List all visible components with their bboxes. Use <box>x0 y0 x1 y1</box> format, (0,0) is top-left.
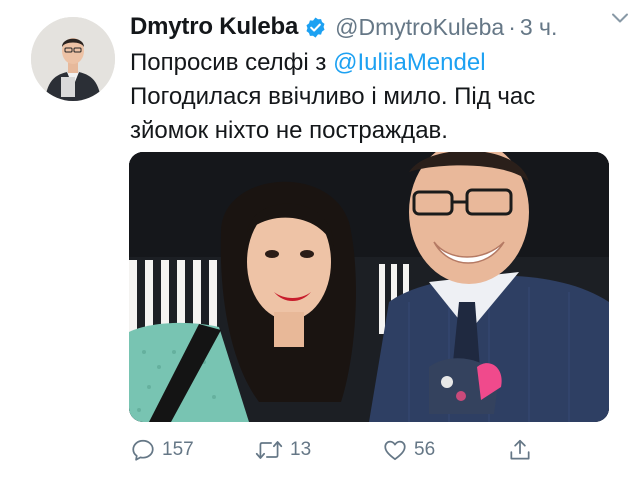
tweet-media-photo[interactable] <box>129 152 609 422</box>
verified-badge-icon <box>304 16 327 39</box>
reply-icon <box>132 439 154 461</box>
reply-button[interactable]: 157 <box>130 432 194 468</box>
tweet-actions: 157 13 56 <box>130 432 610 468</box>
retweet-count: 13 <box>290 439 312 460</box>
retweet-icon <box>255 441 283 459</box>
share-button[interactable] <box>507 432 533 468</box>
author-display-name[interactable]: Dmytro Kuleba <box>130 13 298 41</box>
avatar-photo <box>31 17 115 101</box>
retweet-button[interactable]: 13 <box>254 432 311 468</box>
author-avatar[interactable] <box>31 17 115 101</box>
separator-dot: · <box>508 13 516 40</box>
mention-link[interactable]: @IuliiaMendel <box>333 49 485 76</box>
tweet-text-segment: Попросив селфі з <box>130 49 334 76</box>
reply-count: 157 <box>162 439 194 460</box>
heart-icon <box>384 440 406 461</box>
tweet-text-line-1: Попросив селфі з @IuliiaMendel <box>130 46 610 80</box>
selfie-photo <box>129 152 609 422</box>
tweet-header: Dmytro Kuleba @DmytroKuleba · 3 ч. <box>130 10 620 44</box>
more-options-chevron-down-icon[interactable] <box>608 6 632 30</box>
tweet-text-line-2: Погодилася ввічливо і мило. Під час <box>130 83 536 110</box>
like-count: 56 <box>414 439 436 460</box>
tweet-text: Попросив селфі з @IuliiaMendel Погодилас… <box>130 46 610 148</box>
share-icon <box>510 439 530 460</box>
author-handle[interactable]: @DmytroKuleba <box>335 14 504 41</box>
tweet-text-line-3: зйомок ніхто не постраждав. <box>130 117 448 144</box>
tweet-timestamp[interactable]: 3 ч. <box>520 14 558 41</box>
tweet-card[interactable]: Dmytro Kuleba @DmytroKuleba · 3 ч. Попро… <box>0 0 640 487</box>
like-button[interactable]: 56 <box>382 432 435 468</box>
